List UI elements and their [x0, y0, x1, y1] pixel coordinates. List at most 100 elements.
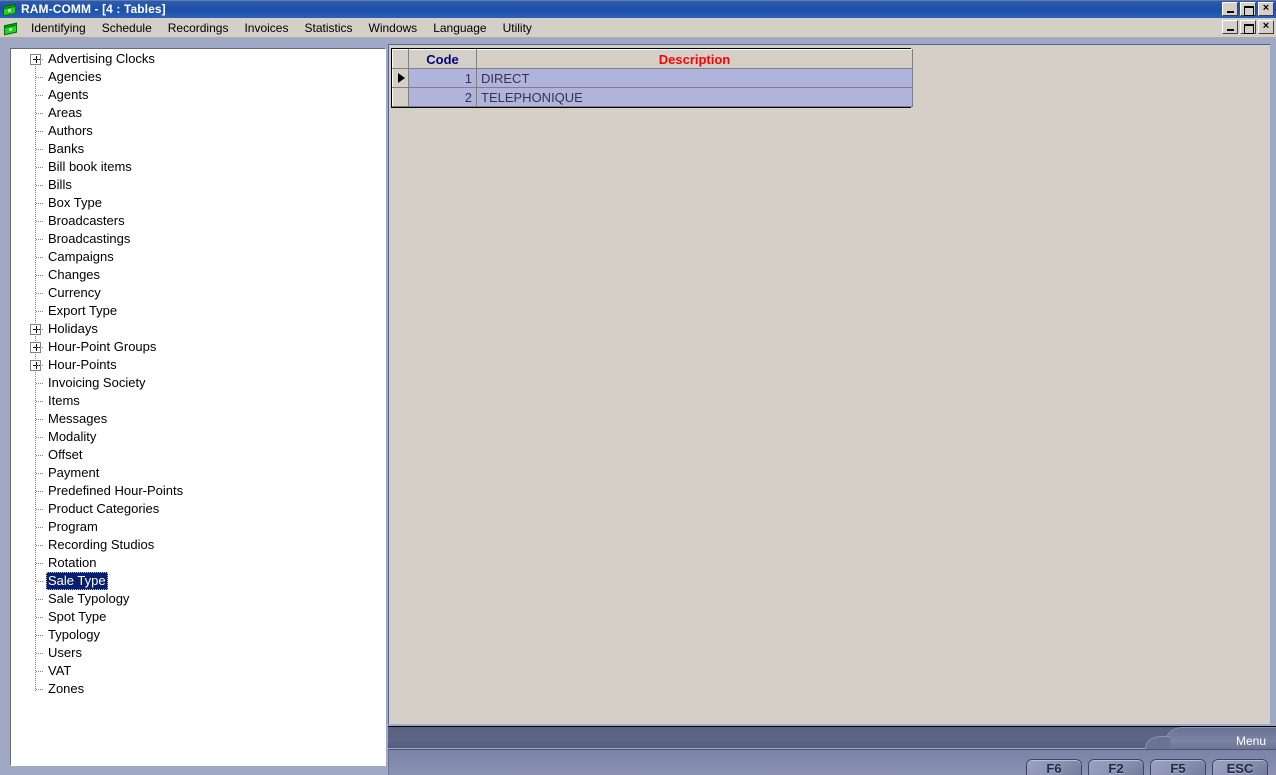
tree-item-bill-book-items[interactable]: Bill book items	[12, 158, 384, 176]
tree-item-offset[interactable]: Offset	[12, 446, 384, 464]
menu-item-invoices[interactable]: Invoices	[236, 19, 296, 37]
tree-item-label: Broadcasters	[48, 213, 125, 228]
print-button[interactable]: F6	[1026, 759, 1082, 775]
tree-item-vat[interactable]: VAT	[12, 662, 384, 680]
tree-item-agents[interactable]: Agents	[12, 86, 384, 104]
tree-item-rotation[interactable]: Rotation	[12, 554, 384, 572]
tree-item-product-categories[interactable]: Product Categories	[12, 500, 384, 518]
tree-item-modality[interactable]: Modality	[12, 428, 384, 446]
current-row-arrow-icon	[398, 73, 405, 83]
mdi-close-button[interactable]: ×	[1258, 20, 1274, 34]
tree-item-advertising-clocks[interactable]: Advertising Clocks	[12, 50, 384, 68]
tree-connector-line	[36, 329, 44, 330]
tree-item-invoicing-society[interactable]: Invoicing Society	[12, 374, 384, 392]
tree-item-payment[interactable]: Payment	[12, 464, 384, 482]
tree-item-areas[interactable]: Areas	[12, 104, 384, 122]
tree-item-label: Program	[48, 519, 98, 534]
tree-connector-line	[36, 437, 44, 438]
tree-item-label: Offset	[48, 447, 83, 462]
tree-item-label: Authors	[48, 123, 93, 138]
tree-item-sale-type[interactable]: Sale Type	[12, 572, 384, 590]
tree-item-messages[interactable]: Messages	[12, 410, 384, 428]
table-row[interactable]: 2 TELEPHONIQUE	[392, 87, 913, 107]
delete-button-key: F5	[1170, 761, 1186, 775]
tables-tree[interactable]: Advertising Clocks Agencies Agents Areas Aut…	[12, 50, 384, 764]
tree-item-label: Zones	[48, 681, 85, 696]
menu-item-schedule[interactable]: Schedule	[94, 19, 160, 37]
tree-connector-line	[36, 599, 44, 600]
tree-item-hour-point-groups[interactable]: Hour-Point Groups	[12, 338, 384, 356]
cell-code[interactable]: 1	[408, 68, 477, 88]
tree-item-label: Modality	[48, 429, 97, 444]
tree-connector-line	[36, 275, 44, 276]
grid-header-description[interactable]: Description	[476, 49, 913, 69]
save-button[interactable]: F2	[1088, 759, 1144, 775]
tree-connector-line	[36, 401, 44, 402]
tree-item-label: Areas	[48, 105, 82, 120]
minimize-button[interactable]	[1222, 2, 1238, 16]
restore-button[interactable]	[1240, 2, 1256, 16]
mdi-minimize-button[interactable]	[1222, 20, 1238, 34]
tree-item-label: Broadcastings	[48, 231, 131, 246]
menu-item-language[interactable]: Language	[425, 19, 494, 37]
tree-item-changes[interactable]: Changes	[12, 266, 384, 284]
tree-item-holidays[interactable]: Holidays	[12, 320, 384, 338]
tree-item-items[interactable]: Items	[12, 392, 384, 410]
menu-item-windows[interactable]: Windows	[361, 19, 426, 37]
function-key-panel: F6 F2 F5 ESC	[388, 749, 1276, 775]
tree-connector-line	[36, 383, 44, 384]
tree-item-box-type[interactable]: Box Type	[12, 194, 384, 212]
grid-header-code[interactable]: Code	[408, 49, 477, 69]
window-title: RAM-COMM - [4 : Tables]	[21, 2, 166, 16]
cell-code[interactable]: 2	[408, 87, 477, 107]
cell-description[interactable]: DIRECT	[476, 68, 913, 88]
row-indicator-cell[interactable]	[392, 87, 409, 107]
title-bar: RAM-COMM - [4 : Tables] ×	[0, 0, 1276, 18]
tree-item-sale-typology[interactable]: Sale Typology	[12, 590, 384, 608]
menu-tab[interactable]: Menu	[1145, 727, 1276, 751]
data-grid[interactable]: Code Description 1 DIRECT 2 TELEPHONIQUE	[391, 48, 913, 108]
tree-item-label: Changes	[48, 267, 101, 282]
close-button[interactable]: ×	[1258, 2, 1274, 16]
record-detail-panel: Code Description 1 DIRECT 2 TELEPHONIQUE	[388, 44, 1270, 724]
tree-connector-line	[36, 365, 44, 366]
table-row[interactable]: 1 DIRECT	[392, 68, 913, 88]
tree-item-currency[interactable]: Currency	[12, 284, 384, 302]
tree-item-program[interactable]: Program	[12, 518, 384, 536]
tree-item-broadcasters[interactable]: Broadcasters	[12, 212, 384, 230]
tables-tree-panel: Advertising Clocks Agencies Agents Areas Aut…	[10, 48, 386, 766]
tree-connector-line	[36, 689, 44, 690]
bottom-toolbar-area: Menu F6 F2 F5 ESC	[388, 726, 1276, 775]
tree-item-bills[interactable]: Bills	[12, 176, 384, 194]
function-key-group: F6 F2 F5 ESC	[1026, 759, 1268, 775]
mdi-restore-button[interactable]	[1240, 20, 1256, 34]
tree-item-hour-points[interactable]: Hour-Points	[12, 356, 384, 374]
tree-item-zones[interactable]: Zones	[12, 680, 384, 698]
tree-item-agencies[interactable]: Agencies	[12, 68, 384, 86]
tree-connector-line	[36, 527, 44, 528]
row-indicator-cell[interactable]	[392, 68, 409, 88]
menu-item-statistics[interactable]: Statistics	[296, 19, 360, 37]
tree-item-users[interactable]: Users	[12, 644, 384, 662]
tree-item-label: Agencies	[48, 69, 102, 84]
tree-item-typology[interactable]: Typology	[12, 626, 384, 644]
tree-item-banks[interactable]: Banks	[12, 140, 384, 158]
tree-item-authors[interactable]: Authors	[12, 122, 384, 140]
tree-item-label: Box Type	[48, 195, 102, 210]
tree-item-predefined-hour-points[interactable]: Predefined Hour-Points	[12, 482, 384, 500]
delete-button[interactable]: F5	[1150, 759, 1206, 775]
tree-item-broadcastings[interactable]: Broadcastings	[12, 230, 384, 248]
tree-item-label: Typology	[48, 627, 101, 642]
cell-description[interactable]: TELEPHONIQUE	[476, 87, 913, 107]
tree-item-recording-studios[interactable]: Recording Studios	[12, 536, 384, 554]
tree-item-label: Rotation	[48, 555, 97, 570]
tree-item-spot-type[interactable]: Spot Type	[12, 608, 384, 626]
menu-item-identifying[interactable]: Identifying	[23, 19, 94, 37]
tree-item-label: Recording Studios	[48, 537, 155, 552]
mdi-child-money-icon[interactable]	[3, 20, 19, 36]
tree-item-export-type[interactable]: Export Type	[12, 302, 384, 320]
exit-button[interactable]: ESC	[1212, 759, 1268, 775]
menu-item-utility[interactable]: Utility	[495, 19, 540, 37]
tree-item-campaigns[interactable]: Campaigns	[12, 248, 384, 266]
menu-item-recordings[interactable]: Recordings	[160, 19, 237, 37]
